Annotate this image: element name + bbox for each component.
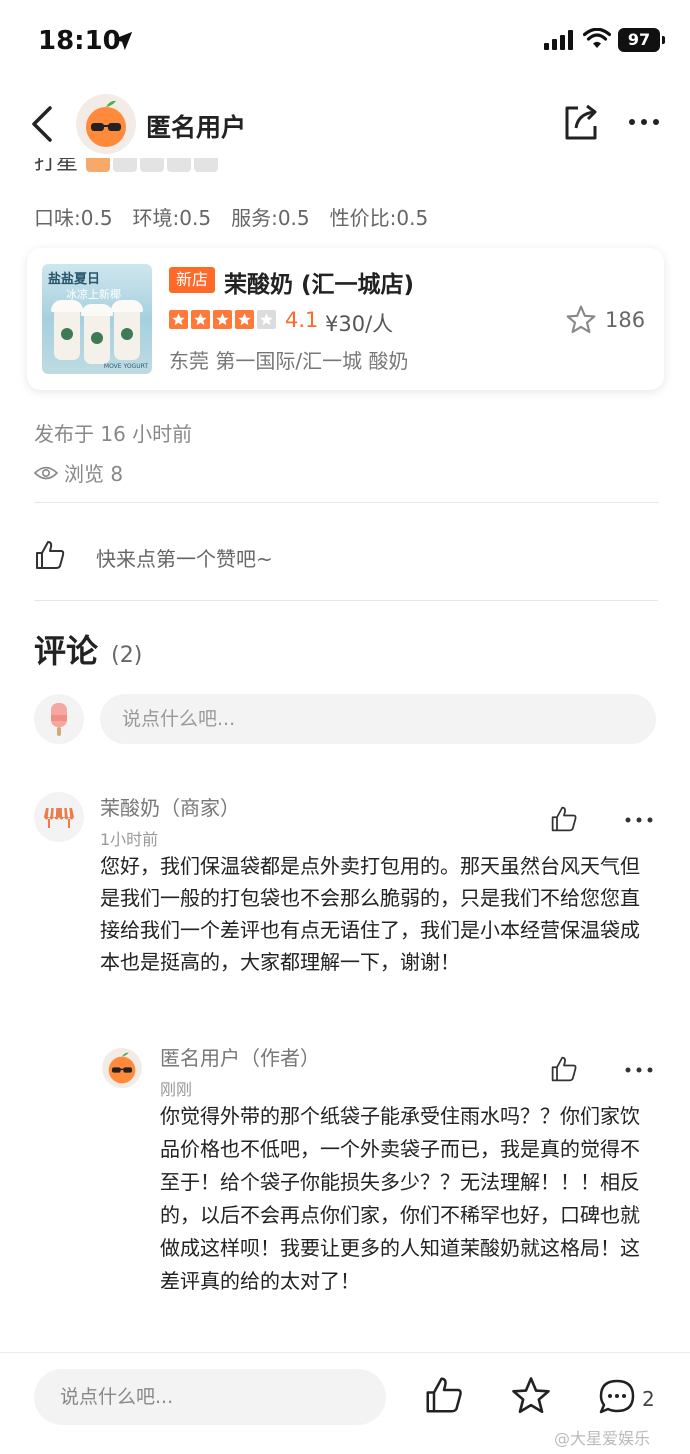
reply-text: 你觉得外带的那个纸袋子能承受住雨水吗？？你们家饮品价格也不低吧，一个外卖袋子而已… [160,1104,640,1293]
divider [34,600,658,601]
orange-sunglasses-avatar-icon [86,100,126,147]
new-shop-badge: 新店 [169,267,215,293]
my-avatar [34,694,84,744]
location-arrow-icon [113,31,133,51]
shop-price: ¥30/人 [325,312,394,336]
star-icon [235,310,254,329]
cup-graphic [81,304,113,364]
status-bar: 18:10 97 [0,0,690,84]
comment-more-icon[interactable] [624,815,654,825]
score-taste: 口味:0.5 [34,206,113,230]
thumbs-up-icon[interactable] [34,539,66,571]
bottom-like-icon[interactable] [424,1375,464,1415]
nav-username: 匿名用户 [146,113,247,142]
reply-like-icon[interactable] [550,1055,578,1083]
star-empty-icon [257,310,276,329]
status-time: 18:10 [38,26,121,56]
like-row[interactable]: 快来点第一个赞吧~ [34,535,658,579]
reply-more-icon[interactable] [624,1065,654,1075]
comments-header: 评论 (2) [34,626,142,672]
sub-scores: 口味:0.5 环境:0.5 服务:0.5 性价比:0.5 [34,202,428,231]
bottom-comment-input[interactable]: 说点什么吧... [34,1369,386,1425]
comment-input[interactable]: 说点什么吧... [100,694,656,744]
comment-text: 您好，我们保温袋都是点外卖打包用的。那天虽然台风天气但是我们一般的打包袋也不会那… [100,854,640,974]
score-environment: 环境:0.5 [132,206,212,230]
comment-time: 1小时前 [100,830,159,849]
like-prompt: 快来点第一个赞吧~ [96,547,273,571]
star-icon [213,310,232,329]
comments-count: (2) [111,643,143,668]
nav-bar: 匿名用户 [0,92,690,158]
comments-title: 评论 [34,632,99,670]
shop-image: 盐盐夏日 冰凉上新椰 MOVE YOGURT [42,264,152,374]
divider [34,502,658,503]
reply-avatar[interactable] [102,1048,142,1088]
shop-image-text: 盐盐夏日 [48,272,101,287]
score-service: 服务:0.5 [231,206,310,230]
watermark: @大星爱娱乐 [554,1429,651,1448]
shop-image-brand: MOVE YOGURT [103,363,148,370]
more-options-icon[interactable] [626,112,662,132]
share-icon[interactable] [562,102,600,142]
shop-card[interactable]: 盐盐夏日 冰凉上新椰 MOVE YOGURT 新店 茉酸奶 (汇一城店) 4.1… [27,248,664,390]
view-count-text: 浏览 8 [64,462,124,486]
author-avatar[interactable] [76,94,136,154]
bottom-favorite-icon[interactable] [510,1375,552,1417]
commenter-name[interactable]: 茉酸奶（商家） [100,792,240,821]
score-value: 性价比:0.5 [329,206,429,230]
back-arrow-icon[interactable] [28,102,58,146]
star-icon [169,310,188,329]
shop-star-rating [169,310,276,329]
shop-name[interactable]: 茉酸奶 (汇一城店) [224,265,414,299]
cup-graphic [111,300,143,360]
cellular-signal-icon [544,30,573,50]
reply-time: 刚刚 [160,1080,193,1099]
orange-sunglasses-avatar-icon [108,1052,136,1084]
reply-author-name[interactable]: 匿名用户（作者） [160,1042,320,1071]
eye-icon [34,466,58,479]
wifi-icon [583,28,611,48]
overall-rating-row: 打星 [34,158,234,180]
cup-graphic [51,300,83,360]
shop-awning-icon [44,807,74,828]
overall-rating-stars [86,158,218,172]
overall-rating-label: 打星 [34,158,79,175]
battery-indicator: 97 [618,28,665,52]
commenter-avatar[interactable] [34,792,84,842]
star-icon [191,310,210,329]
publish-time: 发布于 16 小时前 [34,422,193,446]
shop-location: 东莞 第一国际/汇一城 酸奶 [169,349,409,373]
view-count: 浏览 8 [34,458,123,487]
favorite-star-icon[interactable] [565,304,597,336]
bottom-action-bar: 说点什么吧... 2 @大星爱娱乐 [0,1352,690,1454]
favorite-count: 186 [605,308,646,332]
bottom-comment-icon[interactable] [597,1377,637,1417]
shop-rating: 4.1 [285,308,319,332]
popsicle-avatar-icon [51,703,67,736]
bottom-comment-count: 2 [642,1387,655,1411]
comment-like-icon[interactable] [550,805,578,833]
